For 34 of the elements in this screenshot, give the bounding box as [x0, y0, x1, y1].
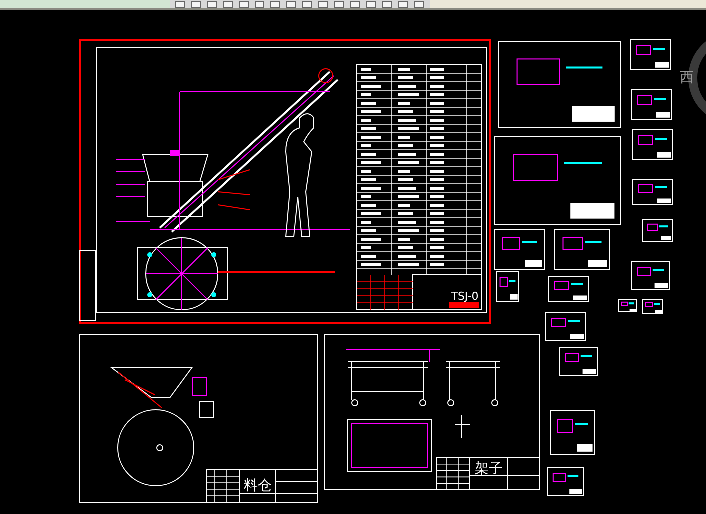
toolbar-icon[interactable] — [270, 0, 280, 8]
toolbar-icon[interactable] — [382, 0, 392, 8]
thumbnail-drawing — [550, 410, 596, 456]
thumbnail-drawing — [630, 40, 672, 70]
thumbnail-drawing — [632, 262, 670, 290]
toolbar-icon[interactable] — [175, 0, 185, 8]
toolbar-icon[interactable] — [318, 0, 328, 8]
toolbar-icon[interactable] — [366, 0, 376, 8]
toolbar-icon[interactable] — [414, 0, 424, 8]
drawing-title: 架子 — [475, 461, 503, 477]
toolbar-icon[interactable] — [206, 0, 217, 8]
toolbar-icon[interactable] — [302, 0, 312, 8]
thumbnail-drawing — [632, 180, 674, 206]
thumbnail-drawing — [548, 276, 590, 302]
thumbnail-drawing — [618, 300, 638, 312]
toolbar-icon[interactable] — [286, 0, 296, 8]
toolbar-icon[interactable] — [190, 0, 201, 8]
thumbnail-drawing — [554, 230, 610, 270]
thumbnail-drawing — [560, 348, 598, 376]
thumbnail-drawing — [632, 90, 672, 120]
thumbnail-drawing — [632, 130, 674, 160]
thumbnail-drawing — [642, 300, 664, 314]
toolbar-icon[interactable] — [238, 0, 249, 8]
drawing-title: 料仓 — [244, 478, 272, 494]
toolbar-icon[interactable] — [398, 0, 408, 8]
toolbar-icon[interactable] — [222, 0, 233, 8]
toolbar-icon[interactable] — [254, 0, 264, 8]
toolbar-icon[interactable] — [350, 0, 360, 8]
toolbar-icon[interactable] — [334, 0, 344, 8]
compass-label: 西 — [680, 70, 694, 86]
drawing-number: TSJ-0 — [451, 290, 479, 303]
thumbnail-drawing — [642, 220, 674, 242]
thumbnail-drawing — [546, 312, 586, 342]
thumbnail-drawing — [548, 468, 584, 496]
